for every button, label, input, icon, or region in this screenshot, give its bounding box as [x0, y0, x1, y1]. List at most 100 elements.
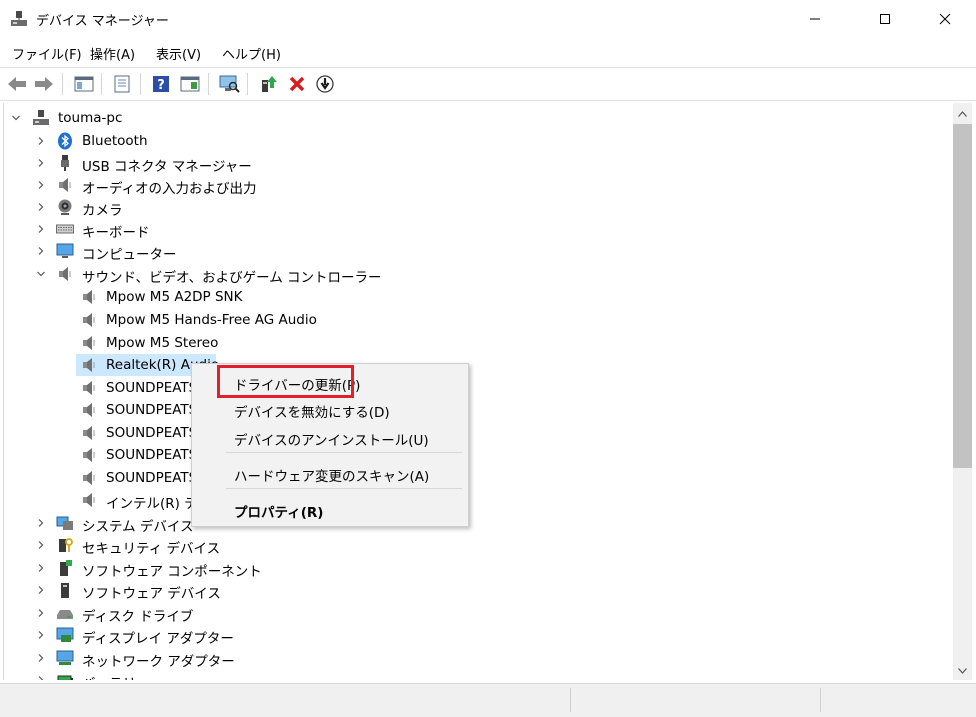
- back-icon: [8, 77, 26, 91]
- tree-item-label: SOUNDPEATS: [106, 402, 198, 418]
- toolbar-separator: [140, 73, 141, 95]
- chevron-right-icon[interactable]: [36, 653, 46, 663]
- toolbar-separator: [62, 73, 63, 95]
- menu-action[interactable]: 操作(A): [90, 44, 135, 63]
- speaker-icon: [83, 358, 95, 372]
- tree-item-label: SOUNDPEATS: [106, 380, 198, 396]
- tree-item-label: ネットワーク アダプター: [82, 654, 235, 670]
- software-device-icon: [61, 583, 69, 598]
- context-disable-device[interactable]: デバイスを無効にする(D): [234, 401, 390, 421]
- tree-item-usb-connector-manager[interactable]: USB コネクタ マネージャー: [4, 152, 404, 175]
- menu-view[interactable]: 表示(V): [156, 44, 201, 63]
- display-adapter-icon: [56, 627, 74, 642]
- minimize-button[interactable]: [792, 0, 838, 38]
- battery-icon: [57, 675, 73, 680]
- toolbar-separator: [247, 73, 248, 95]
- properties-button[interactable]: [111, 73, 133, 95]
- chevron-down-icon[interactable]: [11, 113, 21, 123]
- tree-item-network-adapters[interactable]: ネットワーク アダプター: [4, 647, 404, 670]
- speaker-icon: [83, 471, 95, 485]
- close-icon: [939, 13, 951, 25]
- tree-item-sound-video-game-controllers[interactable]: サウンド、ビデオ、およびゲーム コントローラー: [4, 263, 404, 286]
- tree-root-row[interactable]: touma-pc: [4, 107, 404, 129]
- speaker-icon: [83, 493, 95, 507]
- scroll-down-icon: [958, 667, 967, 674]
- disable-device-button[interactable]: [314, 73, 336, 95]
- device-manager-app-icon: [11, 11, 27, 26]
- chevron-right-icon[interactable]: [36, 630, 46, 640]
- menu-file[interactable]: ファイル(F): [12, 44, 82, 63]
- chevron-down-icon[interactable]: [36, 269, 46, 279]
- tree-item-computer[interactable]: コンピューター: [4, 240, 404, 263]
- speaker-icon: [83, 448, 95, 462]
- tree-item-bluetooth[interactable]: Bluetooth: [4, 130, 404, 152]
- tree-item-label: USB コネクタ マネージャー: [82, 159, 252, 175]
- context-separator: [226, 488, 462, 489]
- tree-item-camera[interactable]: カメラ: [4, 196, 404, 219]
- action-pane-icon: [180, 76, 200, 92]
- tree-item-mpow-stereo[interactable]: Mpow M5 Stereo: [4, 332, 404, 354]
- update-driver-icon: [262, 76, 277, 92]
- tree-item-batteries[interactable]: バッテリ: [4, 669, 404, 680]
- help-icon: ?: [153, 76, 169, 93]
- show-hide-console-tree-button[interactable]: [73, 73, 95, 95]
- tree-item-disk-drives[interactable]: ディスク ドライブ: [4, 602, 404, 625]
- chevron-right-icon[interactable]: [36, 675, 46, 680]
- chevron-right-icon[interactable]: [36, 563, 46, 573]
- system-devices-icon: [56, 516, 73, 530]
- speaker-icon: [83, 313, 95, 327]
- chevron-right-icon[interactable]: [36, 158, 46, 168]
- scan-hardware-button[interactable]: [218, 73, 240, 95]
- tree-item-audio-inputs-outputs[interactable]: オーディオの入力および出力: [4, 174, 404, 197]
- context-properties[interactable]: プロパティ(R): [234, 501, 323, 521]
- chevron-right-icon[interactable]: [36, 202, 46, 212]
- tree-item-keyboard[interactable]: キーボード: [4, 218, 404, 241]
- tree-item-mpow-handsfree[interactable]: Mpow M5 Hands-Free AG Audio: [4, 309, 404, 331]
- chevron-right-icon[interactable]: [36, 224, 46, 234]
- help-button[interactable]: ?: [150, 73, 172, 95]
- context-scan-hardware[interactable]: ハードウェア変更のスキャン(A): [234, 465, 429, 485]
- tree-item-label: ソフトウェア デバイス: [82, 586, 221, 602]
- context-uninstall-device[interactable]: デバイスのアンインストール(U): [234, 429, 429, 449]
- back-button[interactable]: [6, 73, 28, 95]
- chevron-right-icon[interactable]: [36, 585, 46, 595]
- tree-item-display-adapters[interactable]: ディスプレイ アダプター: [4, 624, 404, 647]
- tree-item-label: カメラ: [82, 203, 123, 219]
- menu-help[interactable]: ヘルプ(H): [222, 44, 281, 63]
- scan-hardware-icon: [219, 75, 240, 93]
- forward-icon: [35, 77, 53, 91]
- tree-item-label: システム デバイス: [82, 519, 194, 535]
- title-bar: デバイス マネージャー: [0, 0, 976, 38]
- chevron-right-icon[interactable]: [36, 608, 46, 618]
- monitor-icon: [56, 243, 74, 258]
- chevron-right-icon[interactable]: [36, 136, 46, 146]
- tree-item-mpow-a2dp[interactable]: Mpow M5 A2DP SNK: [4, 286, 404, 308]
- speaker-icon: [83, 336, 95, 350]
- device-tree: touma-pc Bluetooth USB コネクタ マネージャー オーディオ…: [3, 103, 954, 680]
- forward-button[interactable]: [33, 73, 55, 95]
- tree-item-label: Mpow M5 Hands-Free AG Audio: [106, 312, 317, 328]
- chevron-right-icon[interactable]: [36, 246, 46, 256]
- chevron-right-icon[interactable]: [36, 180, 46, 190]
- chevron-right-icon[interactable]: [36, 540, 46, 550]
- tree-item-security-devices[interactable]: セキュリティ デバイス: [4, 534, 404, 557]
- tree-item-software-components[interactable]: ソフトウェア コンポーネント: [4, 557, 404, 580]
- properties-icon: [114, 75, 130, 93]
- camera-icon: [58, 199, 72, 215]
- close-button[interactable]: [922, 0, 968, 38]
- chevron-right-icon[interactable]: [36, 518, 46, 528]
- status-segment: [570, 688, 571, 712]
- update-driver-button[interactable]: [258, 73, 280, 95]
- tree-item-software-devices[interactable]: ソフトウェア デバイス: [4, 579, 404, 602]
- speaker-icon: [83, 403, 95, 417]
- scroll-down-button[interactable]: [953, 661, 972, 680]
- tree-item-label: Mpow M5 A2DP SNK: [106, 289, 243, 305]
- scroll-up-button[interactable]: [953, 104, 972, 123]
- tree-item-label: サウンド、ビデオ、およびゲーム コントローラー: [82, 270, 382, 286]
- maximize-button[interactable]: [862, 0, 908, 38]
- action-pane-button[interactable]: [179, 73, 201, 95]
- uninstall-device-button[interactable]: [286, 73, 308, 95]
- maximize-icon: [880, 14, 890, 24]
- vertical-scrollbar-thumb[interactable]: [953, 124, 972, 468]
- network-adapter-icon: [56, 650, 74, 665]
